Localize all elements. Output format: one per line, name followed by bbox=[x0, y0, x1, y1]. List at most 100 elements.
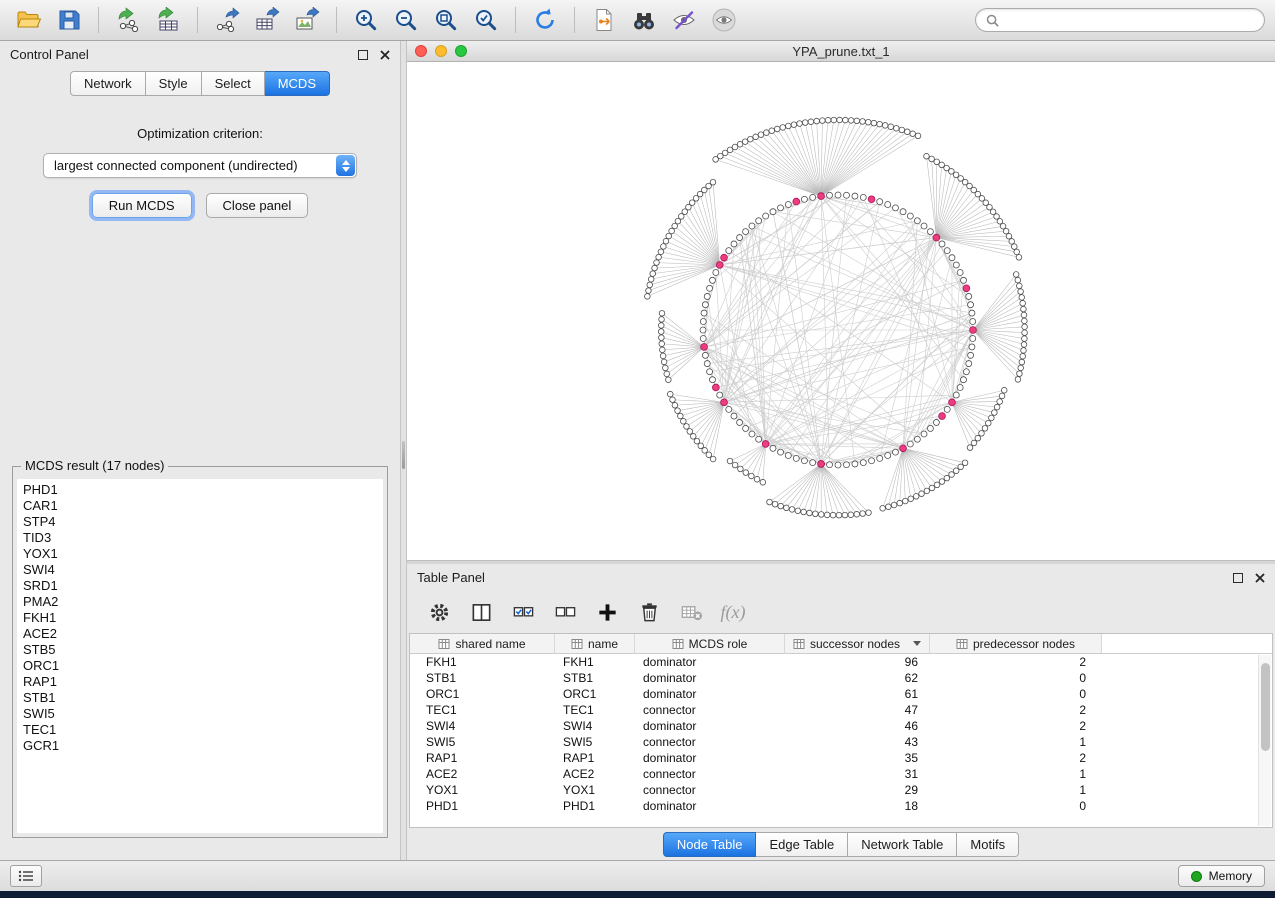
mcds-result-item[interactable]: SWI5 bbox=[17, 706, 383, 722]
main-toolbar bbox=[0, 0, 1275, 41]
mcds-result-item[interactable]: RAP1 bbox=[17, 674, 383, 690]
function-builder-button[interactable]: f(x) bbox=[715, 596, 751, 628]
column-header-mcds-role[interactable]: MCDS role bbox=[635, 634, 785, 654]
create-column-button[interactable] bbox=[589, 596, 625, 628]
search-input[interactable] bbox=[1005, 13, 1254, 27]
find-network-button[interactable] bbox=[625, 3, 663, 37]
memory-button[interactable]: Memory bbox=[1178, 865, 1265, 887]
column-header-predecessor-nodes[interactable]: predecessor nodes bbox=[930, 634, 1102, 654]
export-image-button[interactable] bbox=[288, 3, 326, 37]
mcds-result-item[interactable]: YOX1 bbox=[17, 546, 383, 562]
mcds-result-item[interactable]: FKH1 bbox=[17, 610, 383, 626]
close-table-panel-icon[interactable] bbox=[1255, 573, 1265, 583]
column-header-name[interactable]: name bbox=[555, 634, 635, 654]
table-settings-button[interactable] bbox=[421, 596, 457, 628]
column-header-successor-nodes[interactable]: successor nodes bbox=[785, 634, 930, 654]
tab-motifs[interactable]: Motifs bbox=[957, 832, 1019, 857]
delete-column-button[interactable] bbox=[631, 596, 667, 628]
mcds-result-list[interactable]: PHD1CAR1STP4TID3YOX1SWI4SRD1PMA2FKH1ACE2… bbox=[17, 479, 383, 833]
mcds-result-item[interactable]: STB1 bbox=[17, 690, 383, 706]
mcds-result-item[interactable]: ACE2 bbox=[17, 626, 383, 642]
control-panel-title: Control Panel bbox=[10, 47, 89, 62]
mcds-result-item[interactable]: CAR1 bbox=[17, 498, 383, 514]
app-window: Control Panel Network Style Select MCDS … bbox=[0, 0, 1275, 891]
tab-mcds[interactable]: MCDS bbox=[265, 71, 330, 96]
node-table-body: FKH1FKH1dominator962STB1STB1dominator620… bbox=[410, 654, 1272, 814]
minimize-window-icon[interactable] bbox=[435, 45, 447, 57]
mcds-result-item[interactable]: TID3 bbox=[17, 530, 383, 546]
mcds-result-item[interactable]: PMA2 bbox=[17, 594, 383, 610]
save-session-button[interactable] bbox=[50, 3, 88, 37]
panel-splitter[interactable] bbox=[400, 41, 407, 860]
tab-network[interactable]: Network bbox=[70, 71, 146, 96]
table-scrollbar[interactable] bbox=[1258, 655, 1271, 826]
table-cell bbox=[1102, 798, 1272, 814]
column-type-icon bbox=[571, 638, 583, 650]
status-menu-button[interactable] bbox=[10, 865, 42, 887]
tab-select[interactable]: Select bbox=[202, 71, 265, 96]
refresh-layout-button[interactable] bbox=[526, 3, 564, 37]
export-table-button[interactable] bbox=[248, 3, 286, 37]
show-all-button[interactable] bbox=[705, 3, 743, 37]
run-mcds-button[interactable]: Run MCDS bbox=[92, 193, 192, 218]
deselect-all-columns-button[interactable] bbox=[547, 596, 583, 628]
mcds-result-item[interactable]: STB5 bbox=[17, 642, 383, 658]
table-row[interactable]: TEC1TEC1connector472 bbox=[410, 702, 1272, 718]
table-row[interactable]: ORC1ORC1dominator610 bbox=[410, 686, 1272, 702]
network-canvas[interactable] bbox=[407, 62, 1275, 560]
table-cell: 47 bbox=[785, 702, 930, 718]
table-cell: 0 bbox=[930, 686, 1102, 702]
close-window-icon[interactable] bbox=[415, 45, 427, 57]
maximize-window-icon[interactable] bbox=[455, 45, 467, 57]
mcds-result-item[interactable]: GCR1 bbox=[17, 738, 383, 754]
zoom-fit-button[interactable] bbox=[427, 3, 465, 37]
document-share-button[interactable] bbox=[585, 3, 623, 37]
table-row[interactable]: FKH1FKH1dominator962 bbox=[410, 654, 1272, 670]
zoom-in-button[interactable] bbox=[347, 3, 385, 37]
table-row[interactable]: ACE2ACE2connector311 bbox=[410, 766, 1272, 782]
table-row[interactable]: STB1STB1dominator620 bbox=[410, 670, 1272, 686]
table-row[interactable]: YOX1YOX1connector291 bbox=[410, 782, 1272, 798]
mcds-result-item[interactable]: SWI4 bbox=[17, 562, 383, 578]
delete-table-button[interactable] bbox=[673, 596, 709, 628]
close-panel-icon[interactable] bbox=[380, 50, 390, 60]
memory-status-icon bbox=[1191, 871, 1202, 882]
table-cell: dominator bbox=[635, 750, 785, 766]
tab-edge-table[interactable]: Edge Table bbox=[756, 832, 848, 857]
scrollbar-thumb[interactable] bbox=[1261, 663, 1270, 751]
import-network-button[interactable] bbox=[109, 3, 147, 37]
table-row[interactable]: RAP1RAP1dominator352 bbox=[410, 750, 1272, 766]
gear-icon bbox=[428, 601, 451, 624]
zoom-out-button[interactable] bbox=[387, 3, 425, 37]
mcds-result-item[interactable]: STP4 bbox=[17, 514, 383, 530]
tab-node-table[interactable]: Node Table bbox=[663, 832, 757, 857]
table-cell: ACE2 bbox=[555, 766, 635, 782]
float-table-panel-icon[interactable] bbox=[1233, 573, 1243, 583]
toolbar-separator bbox=[515, 7, 516, 33]
table-row[interactable]: SWI5SWI5connector431 bbox=[410, 734, 1272, 750]
tab-style[interactable]: Style bbox=[146, 71, 202, 96]
show-columns-button[interactable] bbox=[463, 596, 499, 628]
mcds-result-item[interactable]: SRD1 bbox=[17, 578, 383, 594]
mcds-result-item[interactable]: ORC1 bbox=[17, 658, 383, 674]
table-row[interactable]: PHD1PHD1dominator180 bbox=[410, 798, 1272, 814]
tab-network-table[interactable]: Network Table bbox=[848, 832, 957, 857]
table-cell: STB1 bbox=[555, 670, 635, 686]
export-network-button[interactable] bbox=[208, 3, 246, 37]
table-row[interactable]: SWI4SWI4dominator462 bbox=[410, 718, 1272, 734]
table-cell: 35 bbox=[785, 750, 930, 766]
column-header-shared-name[interactable]: shared name bbox=[410, 634, 555, 654]
close-panel-button[interactable]: Close panel bbox=[206, 193, 309, 218]
zoom-selected-button[interactable] bbox=[467, 3, 505, 37]
import-table-button[interactable] bbox=[149, 3, 187, 37]
optimization-criterion-select[interactable]: largest connected component (undirected) bbox=[43, 153, 357, 178]
document-share-icon bbox=[591, 7, 617, 33]
table-cell: 2 bbox=[930, 718, 1102, 734]
float-panel-icon[interactable] bbox=[358, 50, 368, 60]
select-all-columns-button[interactable] bbox=[505, 596, 541, 628]
mcds-result-item[interactable]: TEC1 bbox=[17, 722, 383, 738]
open-folder-button[interactable] bbox=[10, 3, 48, 37]
hide-selected-button[interactable] bbox=[665, 3, 703, 37]
open-folder-icon bbox=[16, 7, 42, 33]
mcds-result-item[interactable]: PHD1 bbox=[17, 482, 383, 498]
